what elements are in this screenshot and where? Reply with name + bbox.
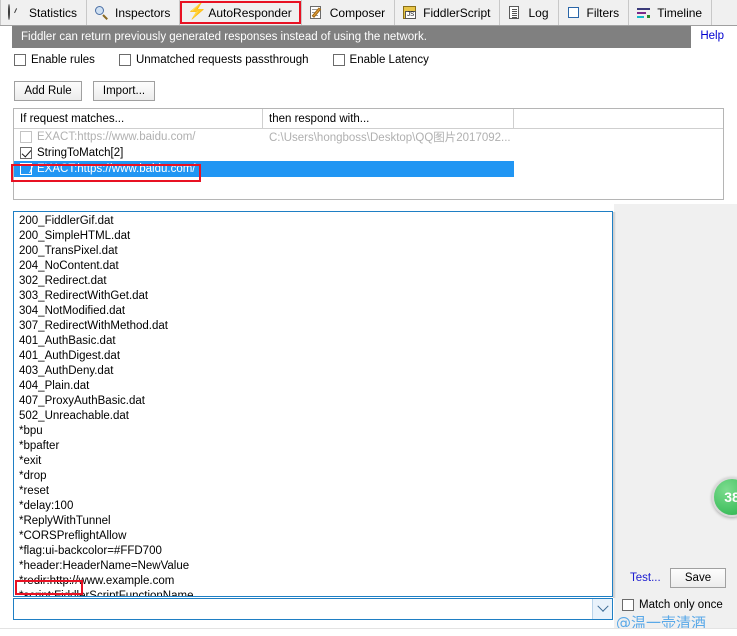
list-item[interactable]: 502_Unreachable.dat (14, 409, 612, 424)
response-combo-box[interactable] (13, 598, 613, 620)
list-item[interactable]: 403_AuthDeny.dat (14, 364, 612, 379)
rule-match-text: EXACT:https://www.baidu.com/ (37, 163, 196, 175)
rule-enabled-checkbox[interactable] (20, 163, 32, 175)
tab-label: Log (528, 5, 549, 20)
help-link[interactable]: Help (700, 30, 724, 42)
info-banner-text: Fiddler can return previously generated … (21, 31, 427, 43)
checkbox-box (622, 599, 634, 611)
test-link[interactable]: Test... (630, 572, 661, 584)
rule-enabled-checkbox[interactable] (20, 131, 32, 143)
list-item[interactable]: 200_SimpleHTML.dat (14, 229, 612, 244)
list-item[interactable]: *bpafter (14, 439, 612, 454)
list-item[interactable]: *drop (14, 469, 612, 484)
rules-grid[interactable]: If request matches... then respond with.… (13, 108, 724, 200)
tab-autoresponder[interactable]: ⚡ AutoResponder (180, 0, 302, 25)
import-button[interactable]: Import... (93, 81, 155, 101)
rule-match-cell: EXACT:https://www.baidu.com/ (14, 131, 263, 143)
response-input[interactable] (14, 598, 592, 620)
compose-icon (309, 5, 325, 21)
rule-match-cell: StringToMatch[2] (14, 147, 263, 159)
rule-respond-cell: C:\Users\hongboss\Desktop\QQ图片2017092... (269, 132, 511, 144)
list-item[interactable]: *header:HeaderName=NewValue (14, 559, 612, 574)
list-item[interactable]: *exit (14, 454, 612, 469)
list-item[interactable]: *redir:http://www.example.com (14, 574, 612, 589)
checkbox-label: Enable Latency (349, 54, 429, 66)
table-row[interactable]: EXACT:https://www.baidu.com/ C:\Users\ho… (14, 129, 723, 145)
checkbox-box (118, 54, 131, 66)
rule-match-text: StringToMatch[2] (37, 147, 124, 159)
tab-label: Filters (586, 5, 620, 20)
list-item[interactable]: 200_TransPixel.dat (14, 244, 612, 259)
timeline-icon (636, 5, 652, 21)
rule-enabled-checkbox[interactable] (20, 147, 32, 159)
panel-shadow (613, 212, 616, 598)
list-item[interactable]: 407_ProxyAuthBasic.dat (14, 394, 612, 409)
table-row[interactable]: EXACT:https://www.baidu.com/ (14, 161, 514, 177)
tab-strip: Statistics Inspectors ⚡ AutoResponder Co… (0, 0, 737, 26)
list-item[interactable]: 304_NotModified.dat (14, 304, 612, 319)
rules-grid-header: If request matches... then respond with.… (14, 109, 723, 129)
chevron-down-icon[interactable] (592, 599, 612, 619)
checkbox-box (14, 54, 26, 66)
list-item[interactable]: *script:FiddlerScriptFunctionName (14, 589, 612, 596)
list-item[interactable]: 401_AuthDigest.dat (14, 349, 612, 364)
checkbox-enable-rules[interactable]: Enable rules (14, 54, 95, 66)
tab-inspectors[interactable]: Inspectors (87, 0, 181, 25)
column-header-if-request-matches[interactable]: If request matches... (14, 109, 263, 128)
tab-label: Timeline (657, 5, 703, 20)
checkbox-unmatched-passthrough[interactable]: Unmatched requests passthrough (118, 54, 309, 66)
info-banner: Fiddler can return previously generated … (12, 26, 691, 48)
table-row[interactable]: StringToMatch[2] (14, 145, 723, 161)
column-header-then-respond-with[interactable]: then respond with... (263, 109, 514, 128)
list-item[interactable]: 303_RedirectWithGet.dat (14, 289, 612, 304)
rule-match-text: EXACT:https://www.baidu.com/ (37, 131, 196, 143)
tab-statistics[interactable]: Statistics (0, 0, 88, 25)
tab-label: Composer (329, 5, 386, 20)
tab-composer[interactable]: Composer (301, 0, 396, 25)
bottom-strip (0, 629, 737, 636)
tab-label: Inspectors (115, 5, 171, 20)
tab-log[interactable]: Log (500, 0, 559, 25)
script-js-icon (402, 5, 418, 21)
action-buttons: Add Rule Import... (14, 81, 155, 101)
options-row: Enable rules Unmatched requests passthro… (14, 54, 453, 66)
tab-fiddlerscript[interactable]: FiddlerScript (395, 0, 501, 25)
rule-match-cell: EXACT:https://www.baidu.com/ (14, 163, 263, 175)
tab-timeline[interactable]: Timeline (629, 0, 713, 25)
save-button[interactable]: Save (670, 568, 726, 588)
magnifier-icon (94, 5, 110, 21)
list-item[interactable]: 404_Plain.dat (14, 379, 612, 394)
list-item[interactable]: *CORSPreflightAllow (14, 529, 612, 544)
checkbox-match-only-once[interactable]: Match only once (622, 599, 723, 611)
column-header-empty[interactable] (514, 109, 723, 128)
tab-label: AutoResponder (208, 5, 292, 20)
clock-icon (8, 3, 24, 21)
response-list[interactable]: 200_FiddlerGif.dat 200_SimpleHTML.dat 200_… (13, 211, 613, 597)
list-item[interactable]: 200_FiddlerGif.dat (14, 214, 612, 229)
tab-label: Statistics (29, 5, 78, 20)
checkbox-label: Enable rules (31, 54, 95, 66)
list-item[interactable]: *ReplyWithTunnel (14, 514, 612, 529)
checkbox-enable-latency[interactable]: Enable Latency (332, 54, 429, 66)
list-item[interactable]: 401_AuthBasic.dat (14, 334, 612, 349)
list-item[interactable]: *delay:100 (14, 499, 612, 514)
list-item[interactable]: 307_RedirectWithMethod.dat (14, 319, 612, 334)
list-item[interactable]: *bpu (14, 424, 612, 439)
list-item[interactable]: *reset (14, 484, 612, 499)
list-item[interactable]: 302_Redirect.dat (14, 274, 612, 289)
bolt-icon: ⚡ (187, 2, 208, 20)
list-item[interactable]: *flag:ui-backcolor=#FFD700 (14, 544, 612, 559)
tab-filters[interactable]: Filters (558, 0, 630, 25)
checkbox-label: Unmatched requests passthrough (135, 54, 309, 66)
checkbox-label: Match only once (639, 599, 723, 611)
log-icon (507, 5, 523, 21)
checkbox-box (332, 54, 345, 66)
add-rule-button[interactable]: Add Rule (14, 81, 82, 101)
list-item[interactable]: 204_NoContent.dat (14, 259, 612, 274)
tab-label: FiddlerScript (423, 5, 491, 20)
filter-icon (566, 5, 582, 21)
